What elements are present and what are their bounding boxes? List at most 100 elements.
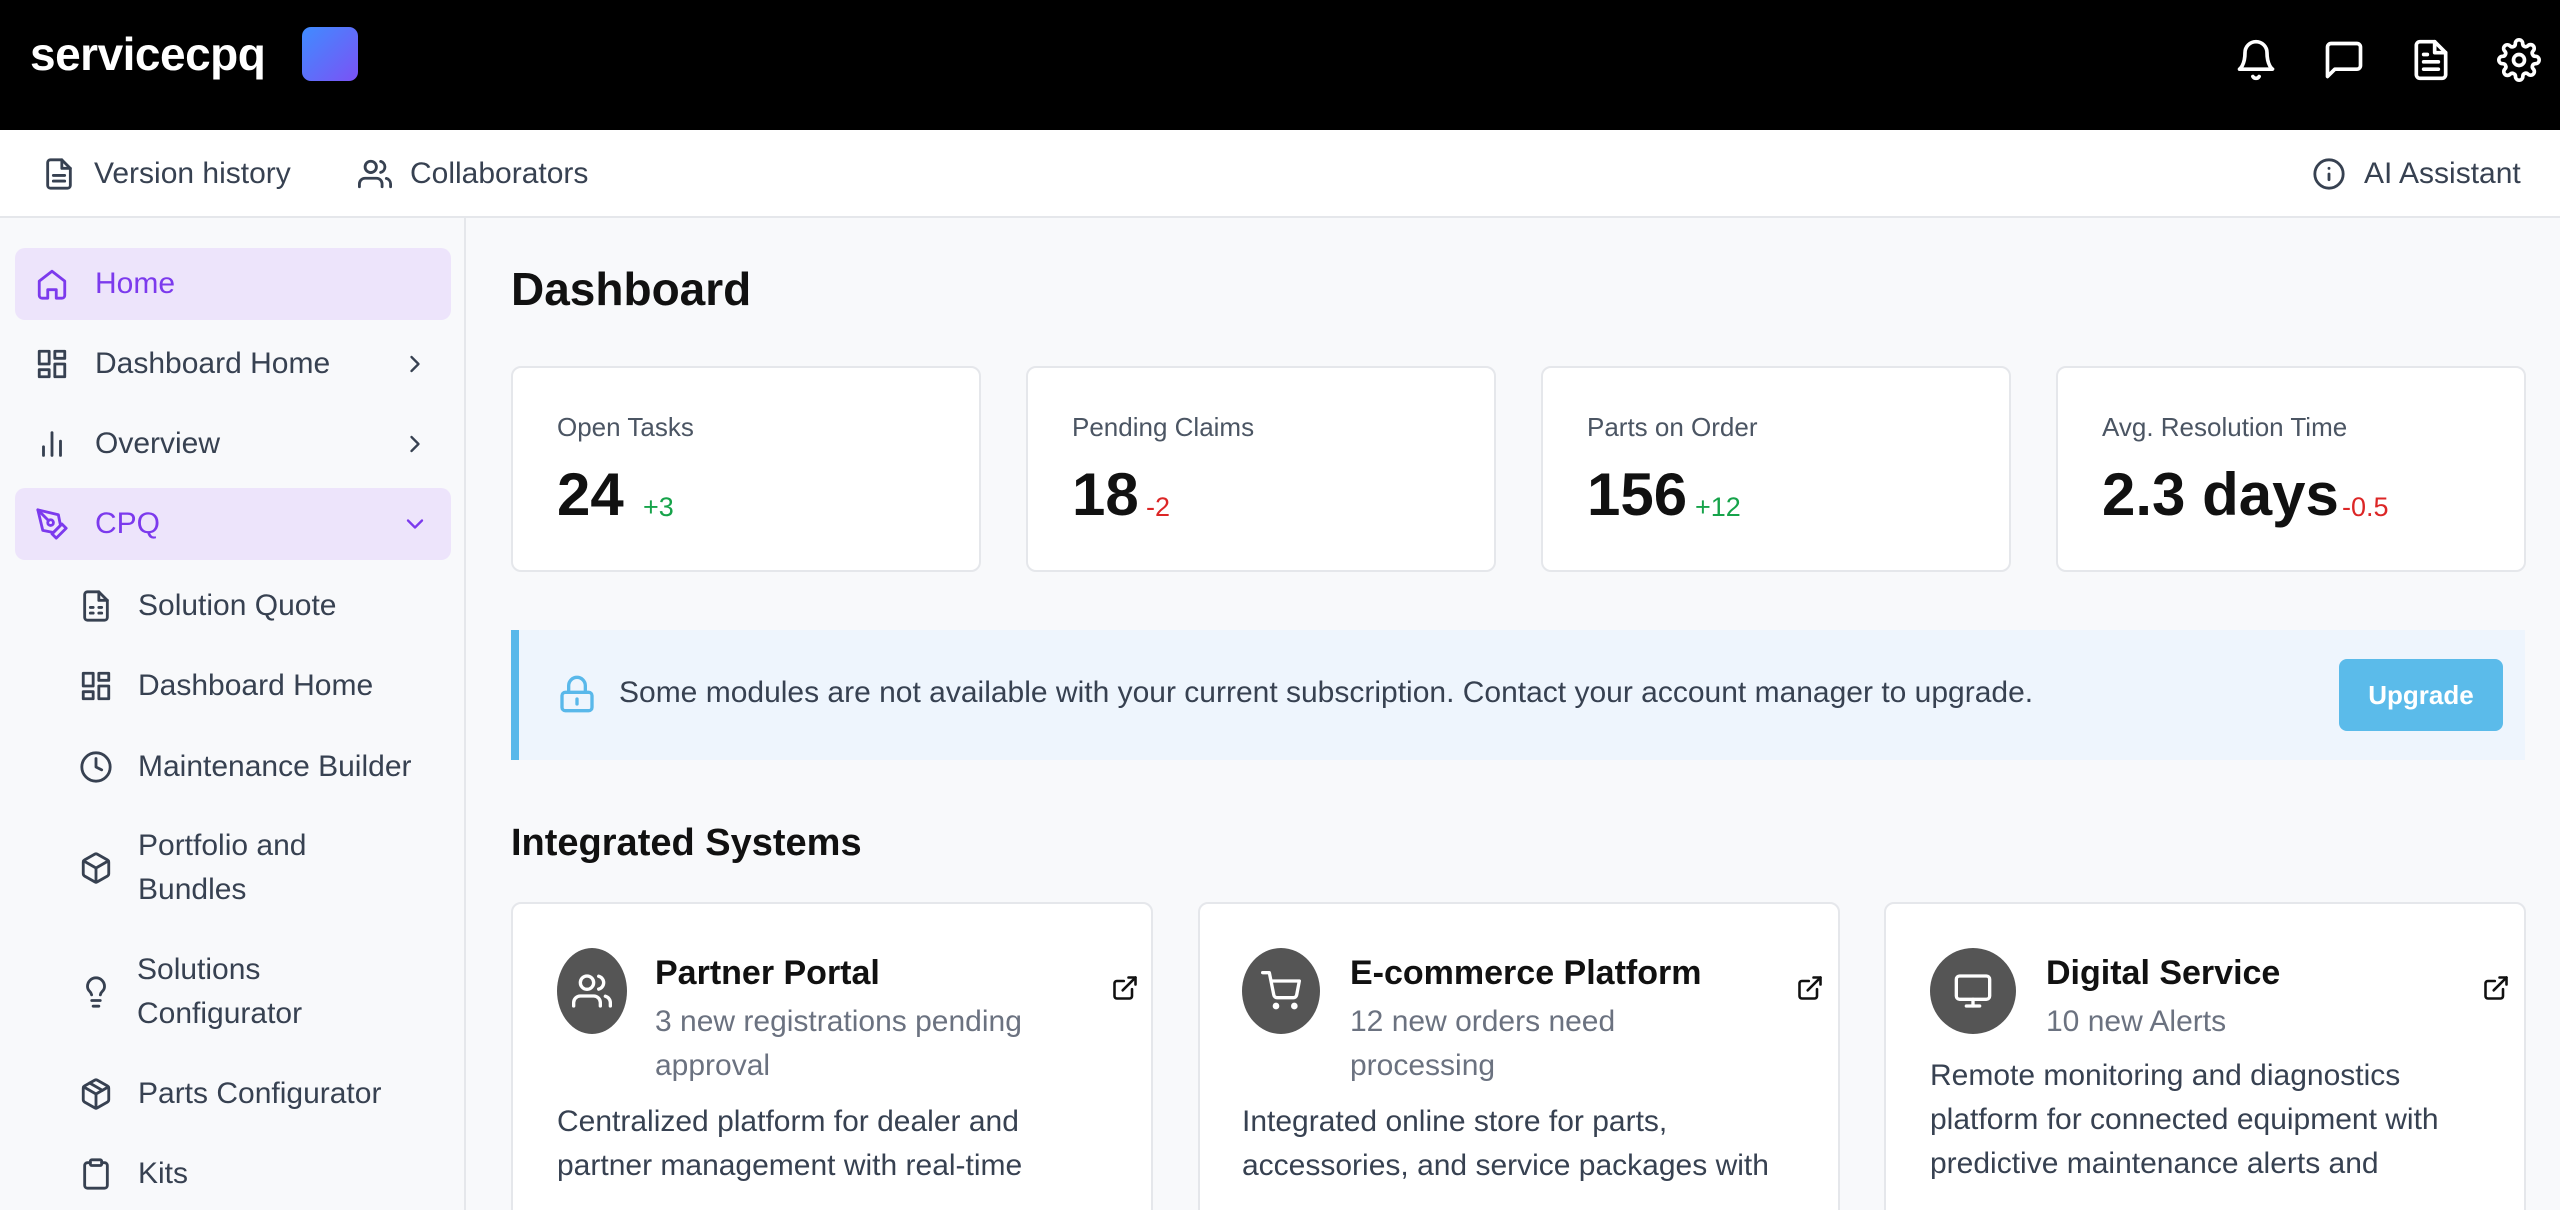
sidebar: Home Dashboard Home Overview CPQ Solutio… [0,218,466,1210]
box-icon [79,851,113,885]
stat-value: 24 [557,461,624,528]
sidebar-subitem-label: Solutions Configurator [137,953,303,1030]
stat-label: Avg. Resolution Time [2102,412,2348,442]
system-card-partner-portal[interactable]: Partner Portal 3 new registrations pendi… [511,902,1153,1210]
sidebar-subitem-portfolio-and-bundles[interactable]: Portfolio and Bundles [15,824,451,912]
grid-icon [79,669,113,703]
sidebar-subitem-maintenance-builder[interactable]: Maintenance Builder [15,745,451,789]
chat-icon[interactable] [2322,38,2366,82]
chevron-right-icon [401,430,429,458]
sidebar-subitem-label: Maintenance Builder [138,750,412,783]
system-subtitle-line: 10 new Alerts [2046,1005,2227,1038]
system-subtitle-line: processing [1350,1049,1496,1082]
collaborators-label: Collaborators [410,157,589,190]
sidebar-subitem-label: Portfolio and Bundles [138,829,307,906]
subscription-notice: Some modules are not available with your… [511,630,2525,760]
sidebar-subitem-label: Kits [138,1157,189,1190]
notice-text: Some modules are not available with your… [619,676,2034,709]
stat-value: 18 [1072,461,1139,528]
external-link-icon[interactable] [1796,974,1824,1002]
sidebar-subitem-parts-configurator[interactable]: Parts Configurator [15,1072,451,1116]
users-icon [358,157,392,191]
brand-logo [302,27,358,81]
external-link-icon[interactable] [2482,974,2510,1002]
monitor-icon [1930,948,2016,1034]
upgrade-button[interactable]: Upgrade [2339,659,2503,731]
section-title: Integrated Systems [511,822,862,864]
sidebar-item-overview[interactable]: Overview [15,408,451,480]
sidebar-item-label: Dashboard Home [95,347,331,380]
system-subtitle: 10 new Alerts [2046,1000,2226,1044]
system-subtitle-line: 3 new registrations pending [655,1005,1022,1038]
sidebar-subitem-label: Parts Configurator [138,1077,382,1110]
system-title: Digital Service [2046,954,2281,992]
collaborators-button[interactable]: Collaborators [358,130,588,218]
system-subtitle: 12 new orders need processing [1350,1000,1615,1088]
pen-tool-icon [35,507,69,541]
home-icon [35,267,69,301]
stat-value: 156 [1587,461,1688,528]
clipboard-icon [79,1157,113,1191]
stat-card-pending-claims[interactable]: Pending Claims 18 -2 [1026,366,1496,572]
system-avatar [1930,948,2016,1034]
external-link-icon[interactable] [1111,974,1139,1002]
stat-label: Open Tasks [557,412,694,442]
gear-icon[interactable] [2497,38,2541,82]
top-bar: servicecpq [0,0,2560,130]
system-subtitle-line: approval [655,1049,771,1082]
system-subtitle-line: 12 new orders need [1350,1005,1616,1038]
version-history-label: Version history [94,157,291,190]
file-spreadsheet-icon [79,589,113,623]
stat-delta: -2 [1146,492,1171,522]
system-subtitle: 3 new registrations pending approval [655,1000,1022,1088]
stat-card-open-tasks[interactable]: Open Tasks 24 +3 [511,366,981,572]
system-description: Centralized platform for dealer and part… [557,1105,1023,1182]
file-text-icon [42,157,76,191]
bar-chart-icon [35,427,69,461]
secondary-toolbar: Version history Collaborators AI Assista… [0,130,2560,218]
system-description: Integrated online store for parts, acces… [1242,1105,1769,1182]
sidebar-subitem-kits[interactable]: Kits [15,1152,451,1196]
sidebar-subitem-label: Dashboard Home [138,669,374,702]
system-description: Remote monitoring and diagnostics platfo… [1930,1059,2439,1180]
stat-delta: -0.5 [2342,492,2389,522]
stat-delta: +12 [1695,492,1741,522]
stat-card-avg-resolution-time[interactable]: Avg. Resolution Time 2.3 days -0.5 [2056,366,2526,572]
version-history-button[interactable]: Version history [42,130,291,218]
stat-card-parts-on-order[interactable]: Parts on Order 156 +12 [1541,366,2011,572]
bell-icon[interactable] [2234,38,2278,82]
package-icon [79,1077,113,1111]
chevron-right-icon [401,350,429,378]
system-title: Partner Portal [655,954,880,992]
sidebar-subitem-dashboard-home[interactable]: Dashboard Home [15,664,451,708]
ai-assistant-label: AI Assistant [2364,157,2521,190]
sidebar-item-home[interactable]: Home [15,248,451,320]
stat-label: Parts on Order [1587,412,1758,442]
sidebar-item-label: CPQ [95,507,161,540]
chevron-down-icon [401,510,429,538]
sidebar-subitem-solution-quote[interactable]: Solution Quote [15,584,451,628]
sidebar-item-label: Overview [95,427,221,460]
sidebar-item-dashboard-home[interactable]: Dashboard Home [15,328,451,400]
system-avatar [557,948,627,1034]
system-card-ecommerce-platform[interactable]: E-commerce Platform 12 new orders need p… [1198,902,1840,1210]
page-title: Dashboard [511,263,752,315]
sidebar-item-cpq[interactable]: CPQ [15,488,451,560]
users-icon [557,948,627,1034]
document-icon[interactable] [2409,38,2453,82]
ai-assistant-button[interactable]: AI Assistant [2312,130,2521,218]
stat-delta: +3 [643,492,674,522]
lightbulb-icon [79,975,113,1009]
system-avatar [1242,948,1320,1034]
system-title: E-commerce Platform [1350,954,1702,992]
sidebar-item-label: Home [95,267,176,300]
system-card-digital-service[interactable]: Digital Service 10 new Alerts Remote mon… [1884,902,2526,1210]
sidebar-subitem-label: Solution Quote [138,589,337,622]
stat-value: 2.3 days [2102,461,2339,528]
main-content: Dashboard Open Tasks 24 +3 Pending Claim… [466,218,2560,1210]
stat-label: Pending Claims [1072,412,1255,442]
grid-icon [35,347,69,381]
sidebar-subitem-solutions-configurator[interactable]: Solutions Configurator [15,948,451,1036]
brand-name[interactable]: servicecpq [30,27,266,81]
cart-icon [1242,948,1320,1034]
